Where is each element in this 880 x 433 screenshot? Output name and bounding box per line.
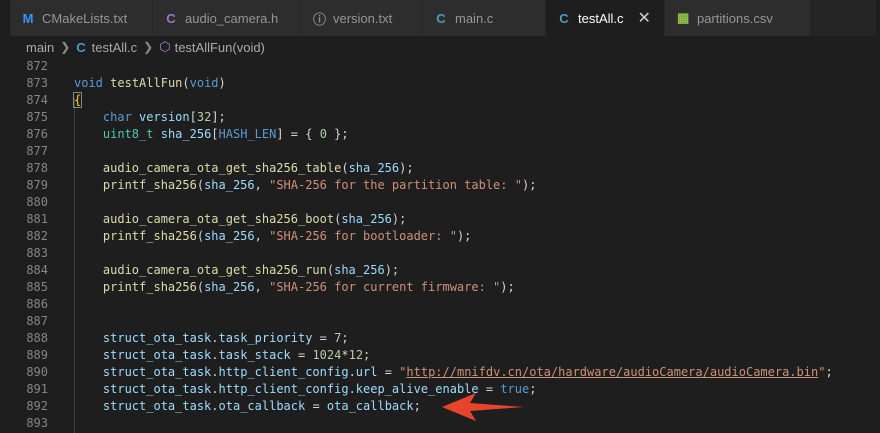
info-icon: ⓘ [313,11,327,27]
method-icon: ⬡ [159,39,171,54]
code-text: struct_ota_task.task_stack = 1024*12; [102,348,371,362]
breadcrumb-folder[interactable]: main [26,40,54,55]
code-line[interactable]: 889 struct_ota_task.task_stack = 1024*12… [10,347,876,364]
code-line[interactable]: 887 [10,313,876,330]
tab-label: CMakeLists.txt [42,10,128,26]
c-header-icon: C [166,10,176,26]
tab-cmakelists[interactable]: M CMakeLists.txt [10,0,153,36]
tab-testall-c[interactable]: C testAll.c ✕ [546,0,665,36]
tab-partitions-csv[interactable]: ▦ partitions.csv [665,0,811,36]
line-number: 893 [26,416,48,430]
tab-bar: M CMakeLists.txt C audio_camera.h ⓘ vers… [10,0,876,36]
code-line[interactable]: 890 struct_ota_task.http_client_config.u… [10,364,876,381]
code-line[interactable]: 884 audio_camera_ota_get_sha256_run(sha_… [10,262,876,279]
code-line[interactable]: 873 void testAllFun(void) [10,75,876,92]
code-line[interactable]: 874 { [10,92,876,109]
tab-label: partitions.csv [697,10,773,26]
line-number: 875 [26,110,48,124]
code-text: audio_camera_ota_get_sha256_boot(sha_256… [102,212,407,226]
line-number: 892 [26,399,48,413]
line-number: 876 [26,127,48,141]
code-text: printf_sha256(sha_256, "SHA-256 for boot… [102,229,472,243]
line-number: 886 [26,297,48,311]
code-text: printf_sha256(sha_256, "SHA-256 for the … [102,178,537,192]
code-text: void testAllFun(void) [74,76,226,90]
line-number: 891 [26,382,48,396]
line-number: 885 [26,280,48,294]
chevron-right-icon: ❯ [143,40,154,54]
code-line[interactable]: 878 audio_camera_ota_get_sha256_table(sh… [10,160,876,177]
breadcrumb-symbol[interactable]: testAllFun(void) [175,40,265,55]
code-text: char version[32]; [102,110,226,124]
code-line[interactable]: 885 printf_sha256(sha_256, "SHA-256 for … [10,279,876,296]
code-line[interactable]: 877 [10,143,876,160]
code-text: struct_ota_task.task_priority = 7; [102,331,349,345]
code-text: audio_camera_ota_get_sha256_run(sha_256)… [102,263,400,277]
c-file-icon: C [559,10,569,26]
close-icon[interactable]: ✕ [638,8,651,28]
tab-label: audio_camera.h [185,10,279,26]
code-line[interactable]: 879 printf_sha256(sha_256, "SHA-256 for … [10,177,876,194]
line-number: 880 [26,195,48,209]
code-line[interactable]: 880 [10,194,876,211]
line-number: 874 [26,93,48,107]
code-line[interactable]: 888 struct_ota_task.task_priority = 7; [10,330,876,347]
tab-main-c[interactable]: C main.c [423,0,546,36]
code-line[interactable]: 886 [10,296,876,313]
code-text: printf_sha256(sha_256, "SHA-256 for curr… [102,280,515,294]
line-number: 890 [26,365,48,379]
breadcrumb: main ❯ C testAll.c ❯ ⬡ testAllFun(void) [10,36,876,58]
code-editor[interactable]: 872 873 void testAllFun(void) 874 {875 char … [10,58,876,433]
line-number: 884 [26,263,48,277]
line-number: 873 [26,76,48,90]
line-number: 879 [26,178,48,192]
line-number: 887 [26,314,48,328]
tab-version-txt[interactable]: ⓘ version.txt [301,0,423,36]
editor-window: M CMakeLists.txt C audio_camera.h ⓘ vers… [10,0,876,433]
code-text: uint8_t sha_256[HASH_LEN] = { 0 }; [102,127,349,141]
c-file-icon: C [436,10,446,26]
line-number: 889 [26,348,48,362]
breadcrumb-file[interactable]: testAll.c [92,40,138,55]
line-number: 882 [26,229,48,243]
table-icon: ▦ [677,10,690,25]
line-number: 881 [26,212,48,226]
code-line[interactable]: 872 [10,58,876,75]
line-number: 877 [26,144,48,158]
code-line[interactable]: 876 uint8_t sha_256[HASH_LEN] = { 0 }; [10,126,876,143]
code-text: audio_camera_ota_get_sha256_table(sha_25… [102,161,414,175]
line-number: 878 [26,161,48,175]
tab-label: testAll.c [578,10,624,26]
code-text: { [72,92,83,108]
tab-label: main.c [455,10,494,26]
tab-label: version.txt [333,10,393,26]
code-line[interactable]: 881 audio_camera_ota_get_sha256_boot(sha… [10,211,876,228]
code-text: struct_ota_task.http_client_config.url =… [102,365,833,379]
tab-audio-camera-h[interactable]: C audio_camera.h [153,0,301,36]
code-line[interactable]: 882 printf_sha256(sha_256, "SHA-256 for … [10,228,876,245]
line-number: 883 [26,246,48,260]
code-text: struct_ota_task.ota_callback = ota_callb… [102,399,421,413]
line-number: 888 [26,331,48,345]
code-line[interactable]: 875 char version[32]; [10,109,876,126]
line-number: 872 [26,59,48,73]
c-file-icon: C [76,39,86,55]
annotation-arrow-icon [442,393,524,421]
code-line[interactable]: 883 [10,245,876,262]
cmake-icon: M [22,10,34,26]
chevron-right-icon: ❯ [60,40,71,54]
